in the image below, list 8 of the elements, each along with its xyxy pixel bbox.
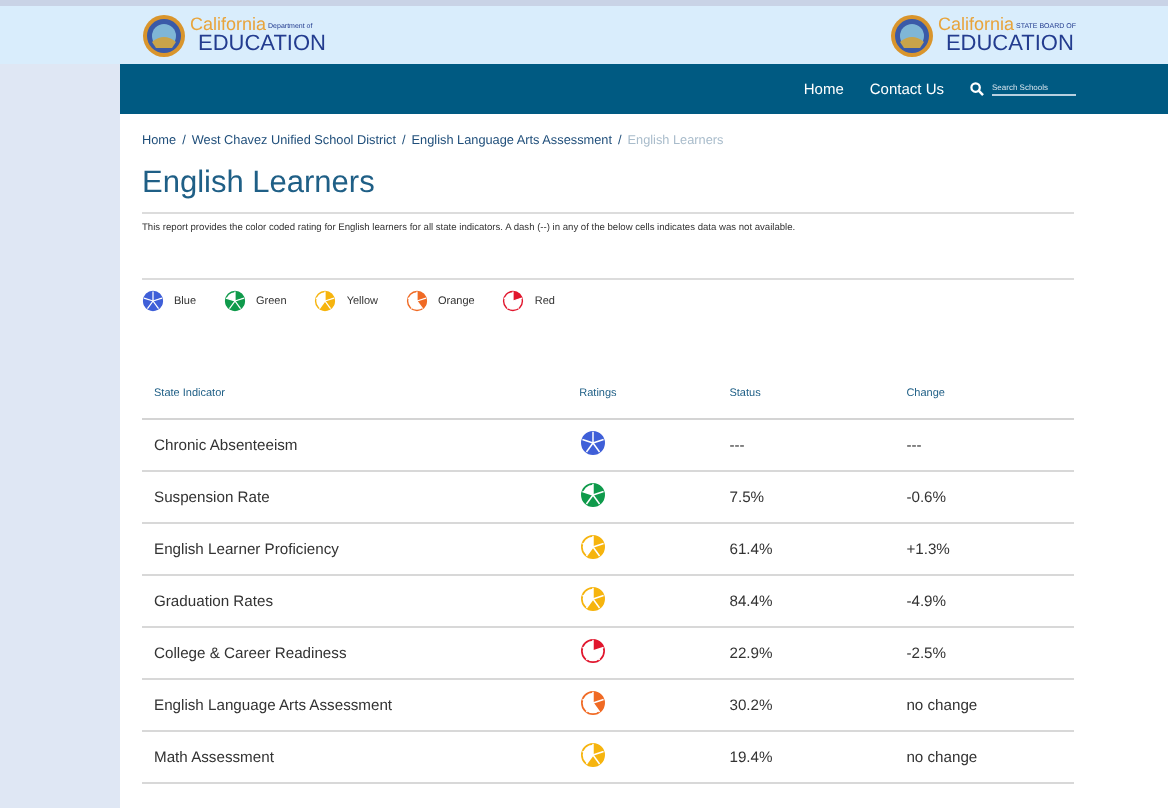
logo-wordmark: California bbox=[937, 15, 1014, 33]
seal-icon bbox=[889, 13, 934, 57]
seal-icon bbox=[142, 13, 186, 57]
logo-wordmark: California bbox=[190, 15, 267, 33]
logo-name: EDUCATION bbox=[943, 33, 1076, 55]
search-icon[interactable] bbox=[970, 82, 984, 96]
page-title: English Learners bbox=[142, 166, 377, 202]
logo-name: EDUCATION bbox=[196, 33, 326, 55]
